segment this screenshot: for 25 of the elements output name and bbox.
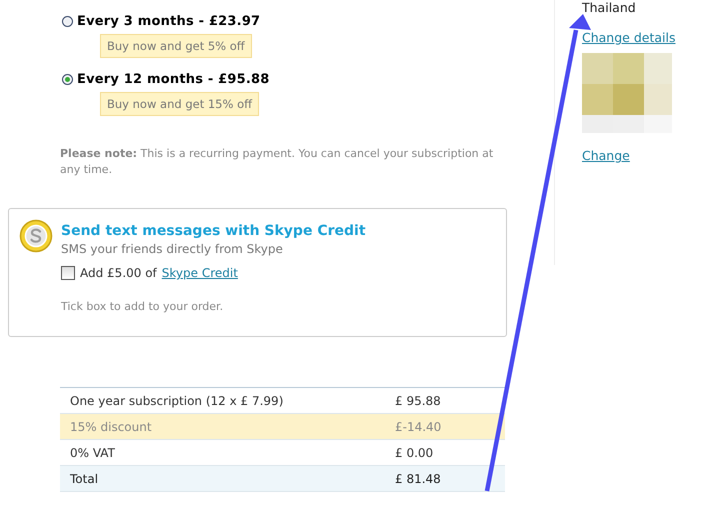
card-subtitle: SMS your friends directly from Skype	[61, 242, 284, 256]
summary-amount: £ 81.48	[395, 472, 442, 486]
summary-label: One year subscription (12 x £ 7.99)	[70, 394, 284, 408]
checkbox-label: Add £5.00 of	[80, 266, 157, 280]
radio-button[interactable]	[62, 16, 73, 27]
change-details-link[interactable]: Change details	[582, 30, 676, 45]
offer-tooltip: Buy now and get 5% off	[100, 34, 252, 58]
checkbox[interactable]	[61, 266, 75, 280]
summary-amount: £ 0.00	[395, 446, 434, 460]
card-title: Send text messages with Skype Credit	[61, 223, 366, 239]
plan-label: Every 3 months - £23.97	[77, 14, 260, 29]
hint-text: Tick box to add to your order.	[61, 300, 224, 313]
skype-credit-link[interactable]: Skype Credit	[162, 266, 238, 280]
summary-label: 15% discount	[70, 420, 153, 434]
summary-amount: £-14.40	[395, 420, 442, 434]
summary-amount: £ 95.88	[395, 394, 442, 408]
radio-button[interactable]	[62, 74, 73, 85]
note-text: Please note: This is a recurring payment. You can cancel your subscription at any time.	[60, 146, 494, 178]
plan-label: Every 12 months - £95.88	[77, 72, 270, 87]
summary-label: Total	[70, 472, 100, 486]
offer-tooltip: Buy now and get 15% off	[100, 92, 260, 116]
coin-icon	[19, 219, 53, 253]
country-text: Thailand	[582, 0, 636, 15]
change-link[interactable]: Change	[582, 148, 630, 163]
summary-label: 0% VAT	[70, 446, 116, 460]
